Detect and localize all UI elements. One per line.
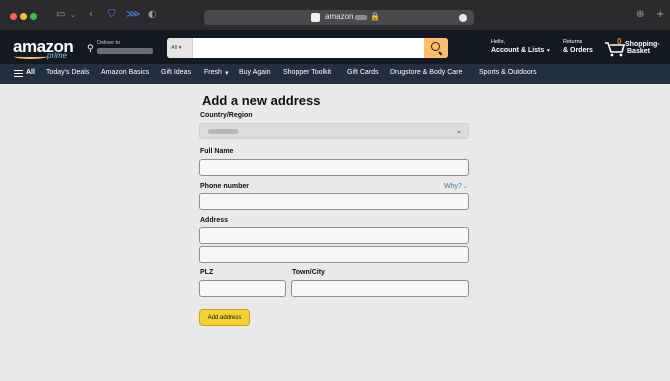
location-pin-icon: ⚲: [87, 44, 94, 54]
full-name-field[interactable]: [199, 159, 469, 176]
nav-item-gift-cards[interactable]: Gift Cards: [347, 69, 379, 76]
returns-label[interactable]: Returns: [563, 39, 582, 45]
back-icon[interactable]: ‹: [89, 9, 93, 21]
lock-icon: 🔒: [370, 12, 380, 21]
minimize-window-button[interactable]: [20, 13, 27, 20]
address-line1-field[interactable]: [199, 227, 469, 244]
address-label: Address: [200, 217, 229, 224]
search-bar: All ▾: [167, 38, 448, 58]
chevron-down-icon[interactable]: ⌄: [463, 183, 468, 190]
contrast-icon[interactable]: ◐: [148, 9, 157, 21]
town-city-label: Town/City: [292, 269, 325, 276]
url-text: amazon: [325, 12, 354, 21]
full-name-label: Full Name: [200, 148, 234, 155]
cart-label-line2[interactable]: Basket: [627, 48, 650, 55]
nav-item-amazon-basics[interactable]: Amazon Basics: [101, 69, 149, 76]
phone-field[interactable]: [199, 193, 469, 210]
why-link[interactable]: Why?: [444, 183, 462, 190]
nav-item-shopper-toolkit[interactable]: Shopper Toolkit: [283, 69, 331, 76]
browser-toolbar: ▭ ⌄ ‹ ⛉ ⋙ ◐ amazon 🔒 ⊕ +: [0, 0, 670, 30]
logo-smile-icon: [14, 54, 47, 59]
deliver-location-redacted[interactable]: [97, 48, 153, 54]
orders-link[interactable]: & Orders: [563, 47, 593, 54]
add-address-button[interactable]: Add address: [199, 309, 250, 326]
nav-item-fresh[interactable]: Fresh: [204, 69, 222, 76]
chevron-down-icon[interactable]: ▾: [547, 48, 550, 54]
address-line2-field[interactable]: [199, 246, 469, 263]
url-redacted: [355, 15, 367, 20]
chevron-down-icon[interactable]: ▾: [225, 69, 229, 77]
plz-label: PLZ: [200, 269, 214, 276]
country-select[interactable]: ⌄: [199, 123, 469, 139]
nav-item-todays-deals[interactable]: Today's Deals: [46, 69, 89, 76]
close-window-button[interactable]: [10, 13, 17, 20]
sidebar-icon[interactable]: ▭: [56, 9, 65, 21]
phone-label: Phone number: [200, 183, 250, 190]
deliver-to-label[interactable]: Deliver to: [97, 40, 120, 46]
search-input[interactable]: [193, 38, 423, 58]
site-favicon-icon: [311, 13, 320, 22]
country-label: Country/Region: [200, 112, 253, 119]
page-title: Add a new address: [202, 93, 321, 108]
cart-count-badge: 0: [617, 37, 622, 46]
nav-item-all[interactable]: All: [26, 69, 35, 76]
town-city-field[interactable]: [291, 280, 469, 297]
tracker-icon[interactable]: ⋙: [126, 9, 140, 21]
search-button[interactable]: [424, 38, 448, 58]
account-lists-link[interactable]: Account & Lists: [491, 47, 544, 54]
shield-icon[interactable]: ⛉: [108, 9, 116, 21]
cart-label-line1[interactable]: Shopping-: [625, 41, 660, 48]
address-bar[interactable]: amazon 🔒: [204, 10, 474, 25]
site-header: amazon prime ⚲ Deliver to All ▾ Hello, A…: [0, 30, 670, 64]
zoom-window-button[interactable]: [30, 13, 37, 20]
plz-field[interactable]: [199, 280, 286, 297]
search-category-label: All: [171, 45, 178, 51]
chevron-down-icon: ⌄: [456, 127, 462, 135]
prime-label: prime: [47, 51, 68, 60]
menu-icon[interactable]: [14, 70, 23, 77]
page-menu-icon[interactable]: [459, 14, 467, 22]
cart-icon[interactable]: [604, 41, 626, 57]
chevron-down-icon[interactable]: ⌄: [70, 9, 76, 21]
nav-item-buy-again[interactable]: Buy Again: [239, 69, 271, 76]
search-category-dropdown[interactable]: All ▾: [167, 38, 193, 58]
download-icon[interactable]: ⊕: [636, 9, 644, 21]
nav-item-sports-outdoors[interactable]: Sports & Outdoors: [479, 69, 537, 76]
nav-item-drugstore[interactable]: Drugstore & Body Care: [390, 69, 462, 76]
category-nav: All Today's Deals Amazon Basics Gift Ide…: [0, 64, 670, 84]
chevron-down-icon: ▾: [178, 45, 182, 51]
nav-item-gift-ideas[interactable]: Gift Ideas: [161, 69, 191, 76]
greeting-label: Hello,: [491, 39, 506, 45]
search-icon: [431, 42, 440, 51]
new-tab-icon[interactable]: +: [656, 9, 664, 21]
country-value-redacted: [208, 129, 238, 134]
